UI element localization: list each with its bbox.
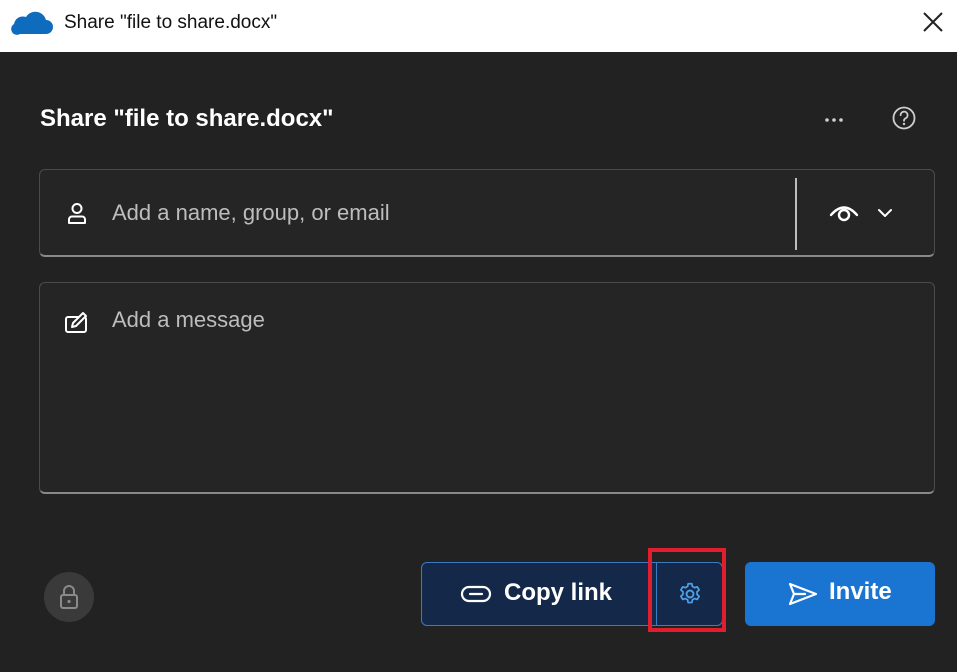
recipient-input[interactable]: [110, 190, 790, 236]
lock-icon: [60, 585, 78, 609]
compose-icon: [65, 312, 87, 333]
message-input[interactable]: [110, 305, 910, 475]
help-button[interactable]: [888, 102, 920, 134]
close-icon[interactable]: [919, 8, 947, 36]
lock-button[interactable]: [44, 572, 94, 622]
copy-link-label: Copy link: [504, 579, 613, 606]
link-icon: [460, 585, 492, 603]
copy-link-group: Copy link: [421, 562, 723, 626]
onedrive-cloud-icon: [11, 11, 53, 35]
message-box: [39, 282, 935, 494]
more-options-button[interactable]: [818, 104, 858, 136]
send-icon: [788, 582, 818, 606]
eye-icon: [829, 206, 859, 222]
more-options-icon: [825, 118, 843, 122]
permission-dropdown[interactable]: [810, 182, 920, 244]
invite-button[interactable]: Invite: [745, 562, 935, 626]
gear-icon: [680, 582, 700, 604]
link-settings-button[interactable]: [657, 563, 722, 625]
copy-link-button[interactable]: Copy link: [422, 563, 656, 625]
person-icon: [68, 203, 86, 224]
share-dialog: Share "file to share.docx" Add a name, g…: [0, 52, 957, 672]
chevron-down-icon: [878, 209, 892, 217]
field-divider: [795, 178, 797, 250]
dialog-heading: Share "file to share.docx": [40, 105, 334, 132]
help-icon: [892, 106, 916, 130]
people-picker: [39, 169, 935, 257]
window-titlebar: Share "file to share.docx": [0, 0, 957, 52]
window-title: Share "file to share.docx": [64, 12, 278, 33]
invite-label: Invite: [829, 578, 892, 605]
